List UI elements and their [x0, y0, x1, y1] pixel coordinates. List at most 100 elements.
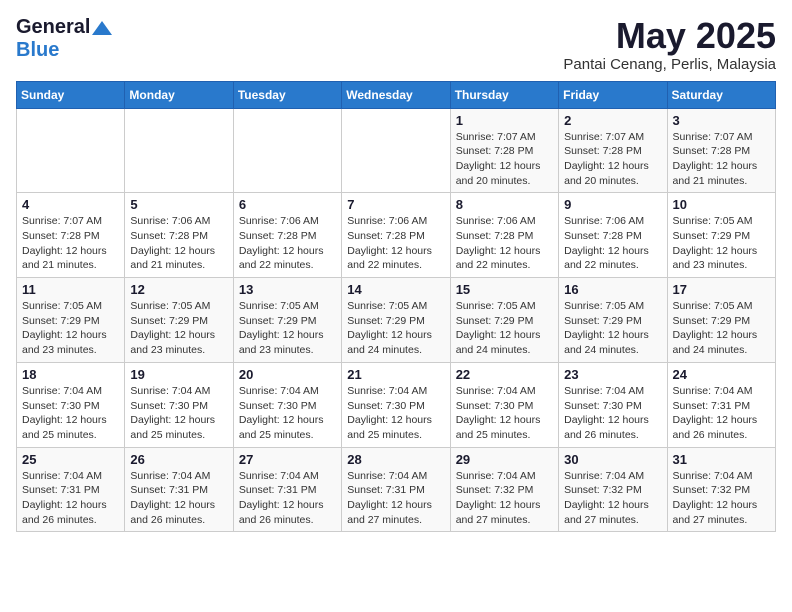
day-number: 23: [564, 367, 661, 382]
day-number: 5: [130, 197, 227, 212]
calendar-cell: 26 Sunrise: 7:04 AMSunset: 7:31 PMDayligh…: [125, 447, 233, 532]
day-info: Sunrise: 7:06 AMSunset: 7:28 PMDaylight:…: [239, 214, 336, 273]
day-info: Sunrise: 7:04 AMSunset: 7:32 PMDaylight:…: [564, 469, 661, 528]
calendar-cell: 28Sunrise: 7:04 AMSunset: 7:31 PMDayligh…: [342, 447, 450, 532]
calendar-cell: [342, 108, 450, 193]
logo-icon: [92, 19, 112, 37]
day-number: 12: [130, 282, 227, 297]
day-number: 30: [564, 452, 661, 467]
week-row-3: 11Sunrise: 7:05 AMSunset: 7:29 PMDayligh…: [17, 278, 776, 363]
day-header-sunday: Sunday: [17, 81, 125, 108]
calendar-cell: 25Sunrise: 7:04 AMSunset: 7:31 PMDayligh…: [17, 447, 125, 532]
week-row-5: 25Sunrise: 7:04 AMSunset: 7:31 PMDayligh…: [17, 447, 776, 532]
calendar-cell: 12 Sunrise: 7:05 AMSunset: 7:29 PMDayligh…: [125, 278, 233, 363]
day-number: 28: [347, 452, 444, 467]
day-info: Sunrise: 7:04 AMSunset: 7:31 PMDaylight:…: [22, 469, 119, 528]
week-row-1: 1 Sunrise: 7:07 AMSunset: 7:28 PMDaylight…: [17, 108, 776, 193]
day-info: Sunrise: 7:06 AMSunset: 7:28 PMDaylight:…: [347, 214, 444, 273]
day-info: Sunrise: 7:05 AMSunset: 7:29 PMDaylight:…: [564, 299, 661, 358]
day-info: Sunrise: 7:06 AMSunset: 7:28 PMDaylight:…: [456, 214, 553, 273]
day-number: 6: [239, 197, 336, 212]
day-info: Sunrise: 7:06 AMSunset: 7:28 PMDaylight:…: [564, 214, 661, 273]
week-row-4: 18 Sunrise: 7:04 AMSunset: 7:30 PMDayligh…: [17, 362, 776, 447]
calendar-cell: 19 Sunrise: 7:04 AMSunset: 7:30 PMDayligh…: [125, 362, 233, 447]
day-number: 4: [22, 197, 119, 212]
calendar-cell: 31 Sunrise: 7:04 AMSunset: 7:32 PMDayligh…: [667, 447, 775, 532]
day-info: Sunrise: 7:04 AMSunset: 7:32 PMDaylight:…: [673, 469, 770, 528]
day-number: 22: [456, 367, 553, 382]
day-header-wednesday: Wednesday: [342, 81, 450, 108]
day-number: 24: [673, 367, 770, 382]
calendar-cell: 15Sunrise: 7:05 AMSunset: 7:29 PMDayligh…: [450, 278, 558, 363]
day-number: 31: [673, 452, 770, 467]
calendar-cell: [233, 108, 341, 193]
calendar-cell: 29 Sunrise: 7:04 AMSunset: 7:32 PMDayligh…: [450, 447, 558, 532]
day-info: Sunrise: 7:04 AMSunset: 7:31 PMDaylight:…: [130, 469, 227, 528]
day-number: 3: [673, 113, 770, 128]
calendar-cell: 7Sunrise: 7:06 AMSunset: 7:28 PMDaylight…: [342, 193, 450, 278]
month-year-title: May 2025: [563, 16, 776, 56]
day-number: 16: [564, 282, 661, 297]
day-info: Sunrise: 7:05 AMSunset: 7:29 PMDaylight:…: [22, 299, 119, 358]
day-info: Sunrise: 7:05 AMSunset: 7:29 PMDaylight:…: [347, 299, 444, 358]
calendar-cell: 2Sunrise: 7:07 AMSunset: 7:28 PMDaylight…: [559, 108, 667, 193]
day-info: Sunrise: 7:04 AMSunset: 7:30 PMDaylight:…: [456, 384, 553, 443]
calendar-cell: 21 Sunrise: 7:04 AMSunset: 7:30 PMDayligh…: [342, 362, 450, 447]
day-info: Sunrise: 7:04 AMSunset: 7:30 PMDaylight:…: [564, 384, 661, 443]
logo-blue: Blue: [16, 39, 59, 62]
day-number: 13: [239, 282, 336, 297]
day-number: 1: [456, 113, 553, 128]
calendar-cell: 3Sunrise: 7:07 AMSunset: 7:28 PMDaylight…: [667, 108, 775, 193]
calendar-cell: 24 Sunrise: 7:04 AMSunset: 7:31 PMDayligh…: [667, 362, 775, 447]
page-header: General Blue May 2025 Pantai Cenang, Per…: [16, 16, 776, 73]
calendar-cell: 8Sunrise: 7:06 AMSunset: 7:28 PMDaylight…: [450, 193, 558, 278]
day-info: Sunrise: 7:05 AMSunset: 7:29 PMDaylight:…: [673, 214, 770, 273]
calendar-cell: 14 Sunrise: 7:05 AMSunset: 7:29 PMDayligh…: [342, 278, 450, 363]
day-header-saturday: Saturday: [667, 81, 775, 108]
day-info: Sunrise: 7:04 AMSunset: 7:30 PMDaylight:…: [239, 384, 336, 443]
day-number: 18: [22, 367, 119, 382]
day-info: Sunrise: 7:07 AMSunset: 7:28 PMDaylight:…: [564, 130, 661, 189]
calendar-cell: 30 Sunrise: 7:04 AMSunset: 7:32 PMDayligh…: [559, 447, 667, 532]
day-number: 20: [239, 367, 336, 382]
day-number: 19: [130, 367, 227, 382]
day-info: Sunrise: 7:05 AMSunset: 7:29 PMDaylight:…: [456, 299, 553, 358]
calendar-cell: 1Sunrise: 7:07 AMSunset: 7:28 PMDaylight…: [450, 108, 558, 193]
calendar-cell: [17, 108, 125, 193]
calendar-cell: [125, 108, 233, 193]
day-number: 14: [347, 282, 444, 297]
day-header-thursday: Thursday: [450, 81, 558, 108]
logo-general: General: [16, 16, 90, 39]
day-info: Sunrise: 7:05 AMSunset: 7:29 PMDaylight:…: [239, 299, 336, 358]
day-info: Sunrise: 7:05 AMSunset: 7:29 PMDaylight:…: [130, 299, 227, 358]
calendar-cell: 6 Sunrise: 7:06 AMSunset: 7:28 PMDaylight…: [233, 193, 341, 278]
calendar-cell: 9 Sunrise: 7:06 AMSunset: 7:28 PMDaylight…: [559, 193, 667, 278]
day-info: Sunrise: 7:04 AMSunset: 7:30 PMDaylight:…: [22, 384, 119, 443]
day-info: Sunrise: 7:04 AMSunset: 7:30 PMDaylight:…: [130, 384, 227, 443]
calendar-cell: 23 Sunrise: 7:04 AMSunset: 7:30 PMDayligh…: [559, 362, 667, 447]
calendar-cell: 20 Sunrise: 7:04 AMSunset: 7:30 PMDayligh…: [233, 362, 341, 447]
calendar-cell: 11Sunrise: 7:05 AMSunset: 7:29 PMDayligh…: [17, 278, 125, 363]
calendar-cell: 16 Sunrise: 7:05 AMSunset: 7:29 PMDayligh…: [559, 278, 667, 363]
calendar-cell: 5 Sunrise: 7:06 AMSunset: 7:28 PMDaylight…: [125, 193, 233, 278]
day-info: Sunrise: 7:04 AMSunset: 7:31 PMDaylight:…: [239, 469, 336, 528]
day-number: 21: [347, 367, 444, 382]
day-info: Sunrise: 7:04 AMSunset: 7:30 PMDaylight:…: [347, 384, 444, 443]
day-number: 29: [456, 452, 553, 467]
calendar-cell: 17Sunrise: 7:05 AMSunset: 7:29 PMDayligh…: [667, 278, 775, 363]
day-number: 26: [130, 452, 227, 467]
day-info: Sunrise: 7:04 AMSunset: 7:31 PMDaylight:…: [673, 384, 770, 443]
week-row-2: 4Sunrise: 7:07 AMSunset: 7:28 PMDaylight…: [17, 193, 776, 278]
logo: General Blue: [16, 16, 112, 62]
calendar-cell: 4Sunrise: 7:07 AMSunset: 7:28 PMDaylight…: [17, 193, 125, 278]
day-header-tuesday: Tuesday: [233, 81, 341, 108]
day-number: 9: [564, 197, 661, 212]
day-info: Sunrise: 7:04 AMSunset: 7:32 PMDaylight:…: [456, 469, 553, 528]
day-info: Sunrise: 7:06 AMSunset: 7:28 PMDaylight:…: [130, 214, 227, 273]
day-header-monday: Monday: [125, 81, 233, 108]
calendar-cell: 18 Sunrise: 7:04 AMSunset: 7:30 PMDayligh…: [17, 362, 125, 447]
day-info: Sunrise: 7:05 AMSunset: 7:29 PMDaylight:…: [673, 299, 770, 358]
day-number: 10: [673, 197, 770, 212]
calendar-cell: 10 Sunrise: 7:05 AMSunset: 7:29 PMDayligh…: [667, 193, 775, 278]
calendar-cell: 27Sunrise: 7:04 AMSunset: 7:31 PMDayligh…: [233, 447, 341, 532]
